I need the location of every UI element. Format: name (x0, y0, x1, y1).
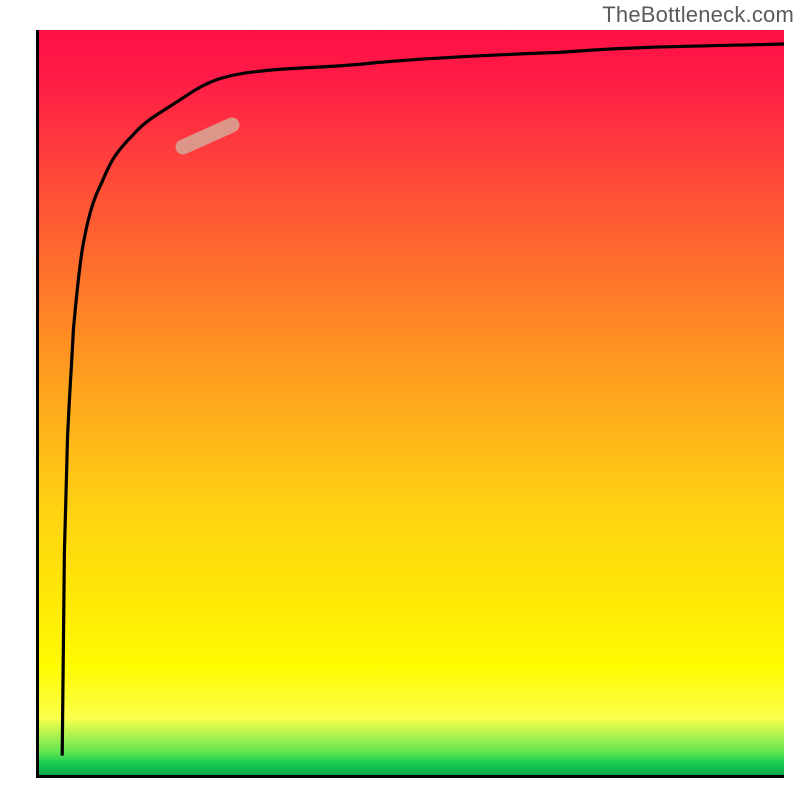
plot-area (36, 30, 784, 778)
gradient-background (36, 30, 784, 778)
watermark-text: TheBottleneck.com (602, 2, 794, 28)
chart-root: TheBottleneck.com (0, 0, 800, 800)
